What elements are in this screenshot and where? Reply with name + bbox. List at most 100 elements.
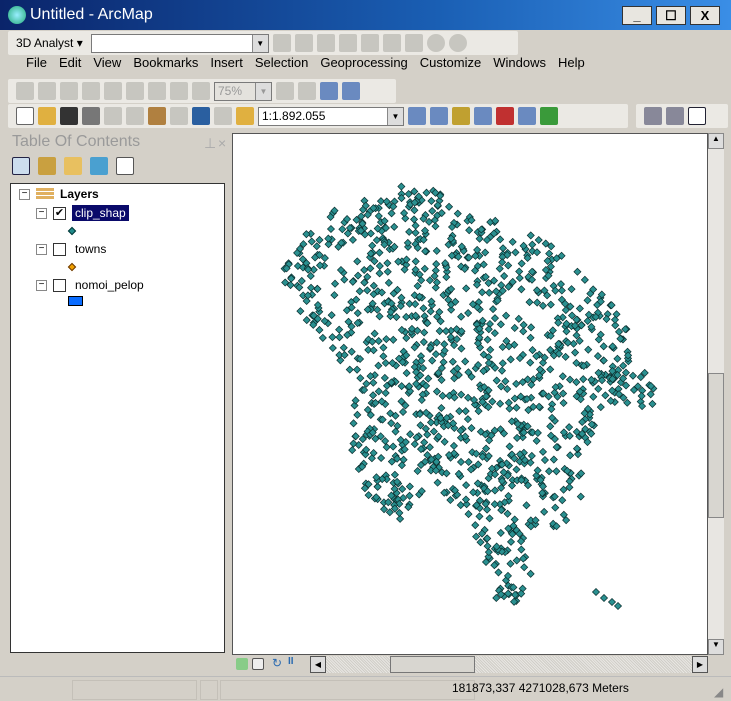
layer-symbol-diamond[interactable] (67, 262, 77, 272)
zoom-out-icon[interactable] (666, 107, 684, 125)
model-builder-icon[interactable] (540, 107, 558, 125)
layer-visibility-checkbox[interactable]: ✔ (53, 206, 66, 220)
menu-file[interactable]: File (20, 55, 53, 70)
menu-customize[interactable]: Customize (414, 55, 487, 70)
3d-layer-combo[interactable]: ▼ (90, 33, 269, 53)
layer-visibility-checkbox[interactable] (53, 278, 66, 292)
scroll-down-button[interactable]: ▼ (708, 639, 724, 655)
steepest-path-icon[interactable] (294, 34, 313, 52)
new-document-icon[interactable] (16, 107, 34, 125)
list-by-drawing-order-icon[interactable] (12, 157, 30, 175)
fixed-zoom-out-icon[interactable] (148, 82, 166, 100)
menu-help[interactable]: Help (552, 55, 591, 70)
list-by-visibility-icon[interactable] (64, 157, 82, 175)
point-tool-icon[interactable] (404, 34, 423, 52)
line-of-sight-icon[interactable] (316, 34, 335, 52)
map-point (599, 593, 609, 603)
refresh-icon[interactable]: ↻ (272, 656, 282, 670)
menu-geoprocessing[interactable]: Geoprocessing (314, 55, 413, 70)
copy-icon[interactable] (126, 107, 144, 125)
pin-icon[interactable]: ⊥ (204, 135, 216, 152)
save-icon[interactable] (60, 107, 78, 125)
pause-drawing-icon[interactable]: II (288, 656, 294, 667)
zoom-in-page-icon[interactable] (16, 82, 34, 100)
menu-edit[interactable]: Edit (53, 55, 87, 70)
horizontal-scroll-thumb[interactable] (390, 656, 475, 673)
vertical-scroll-thumb[interactable] (708, 373, 724, 518)
pan-hand-icon[interactable] (688, 107, 706, 125)
open-folder-icon[interactable] (38, 107, 56, 125)
layer-visibility-checkbox[interactable] (53, 242, 66, 256)
map-canvas[interactable] (233, 134, 707, 654)
pan-page-icon[interactable] (60, 82, 78, 100)
resize-grip-icon[interactable]: ◢ (714, 685, 723, 699)
toc-window-icon[interactable] (430, 107, 448, 125)
minimize-button[interactable]: _ (622, 6, 652, 25)
zoom-100-icon[interactable] (104, 82, 122, 100)
layers-root[interactable]: Layers (60, 187, 99, 201)
3d-analyst-dropdown[interactable]: 3D Analyst ▾ (16, 36, 83, 50)
focus-data-frame-icon[interactable] (298, 82, 316, 100)
layout-zoom-combo[interactable]: 75% ▼ (214, 81, 272, 101)
interpolate-line-icon[interactable] (360, 34, 379, 52)
forward-extent-icon[interactable] (192, 82, 210, 100)
collapse-layer-icon[interactable]: − (36, 243, 47, 255)
contour-icon[interactable] (272, 34, 291, 52)
collapse-layer-icon[interactable]: − (36, 207, 47, 219)
layer-name[interactable]: clip_shap (72, 205, 129, 221)
editor-toolbar-icon[interactable] (408, 107, 426, 125)
horizontal-scrollbar[interactable]: ◀ ▶ (310, 656, 708, 673)
add-data-icon[interactable] (236, 107, 254, 125)
options-icon[interactable] (116, 157, 134, 175)
delete-icon[interactable] (170, 107, 188, 125)
close-button[interactable]: X (690, 6, 720, 25)
toggle-draft-icon[interactable] (276, 82, 294, 100)
data-view-icon[interactable] (236, 658, 248, 670)
layout-view-icon[interactable] (252, 658, 264, 670)
vertical-scrollbar[interactable]: ▲ ▼ (708, 133, 724, 655)
menu-bookmarks[interactable]: Bookmarks (127, 55, 204, 70)
scroll-left-button[interactable]: ◀ (310, 656, 326, 673)
map-point (619, 361, 628, 370)
zoom-out-page-icon[interactable] (38, 82, 56, 100)
print-icon[interactable] (82, 107, 100, 125)
list-by-selection-icon[interactable] (90, 157, 108, 175)
map-view[interactable] (232, 133, 708, 655)
toc-close-icon[interactable]: × (218, 135, 226, 151)
maximize-button[interactable]: ☐ (656, 6, 686, 25)
scroll-up-button[interactable]: ▲ (708, 133, 724, 149)
menu-insert[interactable]: Insert (204, 55, 249, 70)
python-window-icon[interactable] (518, 107, 536, 125)
arcglobe-icon[interactable] (448, 34, 467, 52)
menu-selection[interactable]: Selection (249, 55, 314, 70)
scroll-right-button[interactable]: ▶ (692, 656, 708, 673)
redo-icon[interactable] (214, 107, 232, 125)
interpolate-polygon-icon[interactable] (382, 34, 401, 52)
layer-name[interactable]: towns (72, 241, 109, 257)
catalog-window-icon[interactable] (452, 107, 470, 125)
arcscene-icon[interactable] (426, 34, 445, 52)
undo-icon[interactable] (192, 107, 210, 125)
zoom-whole-page-icon[interactable] (82, 82, 100, 100)
menu-view[interactable]: View (87, 55, 127, 70)
layer-symbol-diamond[interactable] (67, 226, 77, 236)
map-point (370, 329, 379, 338)
collapse-layers-icon[interactable]: − (19, 188, 30, 200)
list-by-source-icon[interactable] (38, 157, 56, 175)
menu-windows[interactable]: Windows (487, 55, 552, 70)
map-scale-combo[interactable]: 1:1.892.055 ▼ (258, 106, 404, 126)
zoom-in-icon[interactable] (644, 107, 662, 125)
change-layout-icon[interactable] (320, 82, 338, 100)
search-window-icon[interactable] (474, 107, 492, 125)
collapse-layer-icon[interactable]: − (36, 279, 47, 291)
back-extent-icon[interactable] (170, 82, 188, 100)
point-profile-icon[interactable] (338, 34, 357, 52)
fixed-zoom-in-icon[interactable] (126, 82, 144, 100)
data-driven-pages-icon[interactable] (342, 82, 360, 100)
layer-name[interactable]: nomoi_pelop (72, 277, 147, 293)
cut-icon[interactable] (104, 107, 122, 125)
layer-symbol-rect[interactable] (68, 296, 83, 306)
paste-icon[interactable] (148, 107, 166, 125)
map-point (348, 446, 357, 455)
arctoolbox-icon[interactable] (496, 107, 514, 125)
